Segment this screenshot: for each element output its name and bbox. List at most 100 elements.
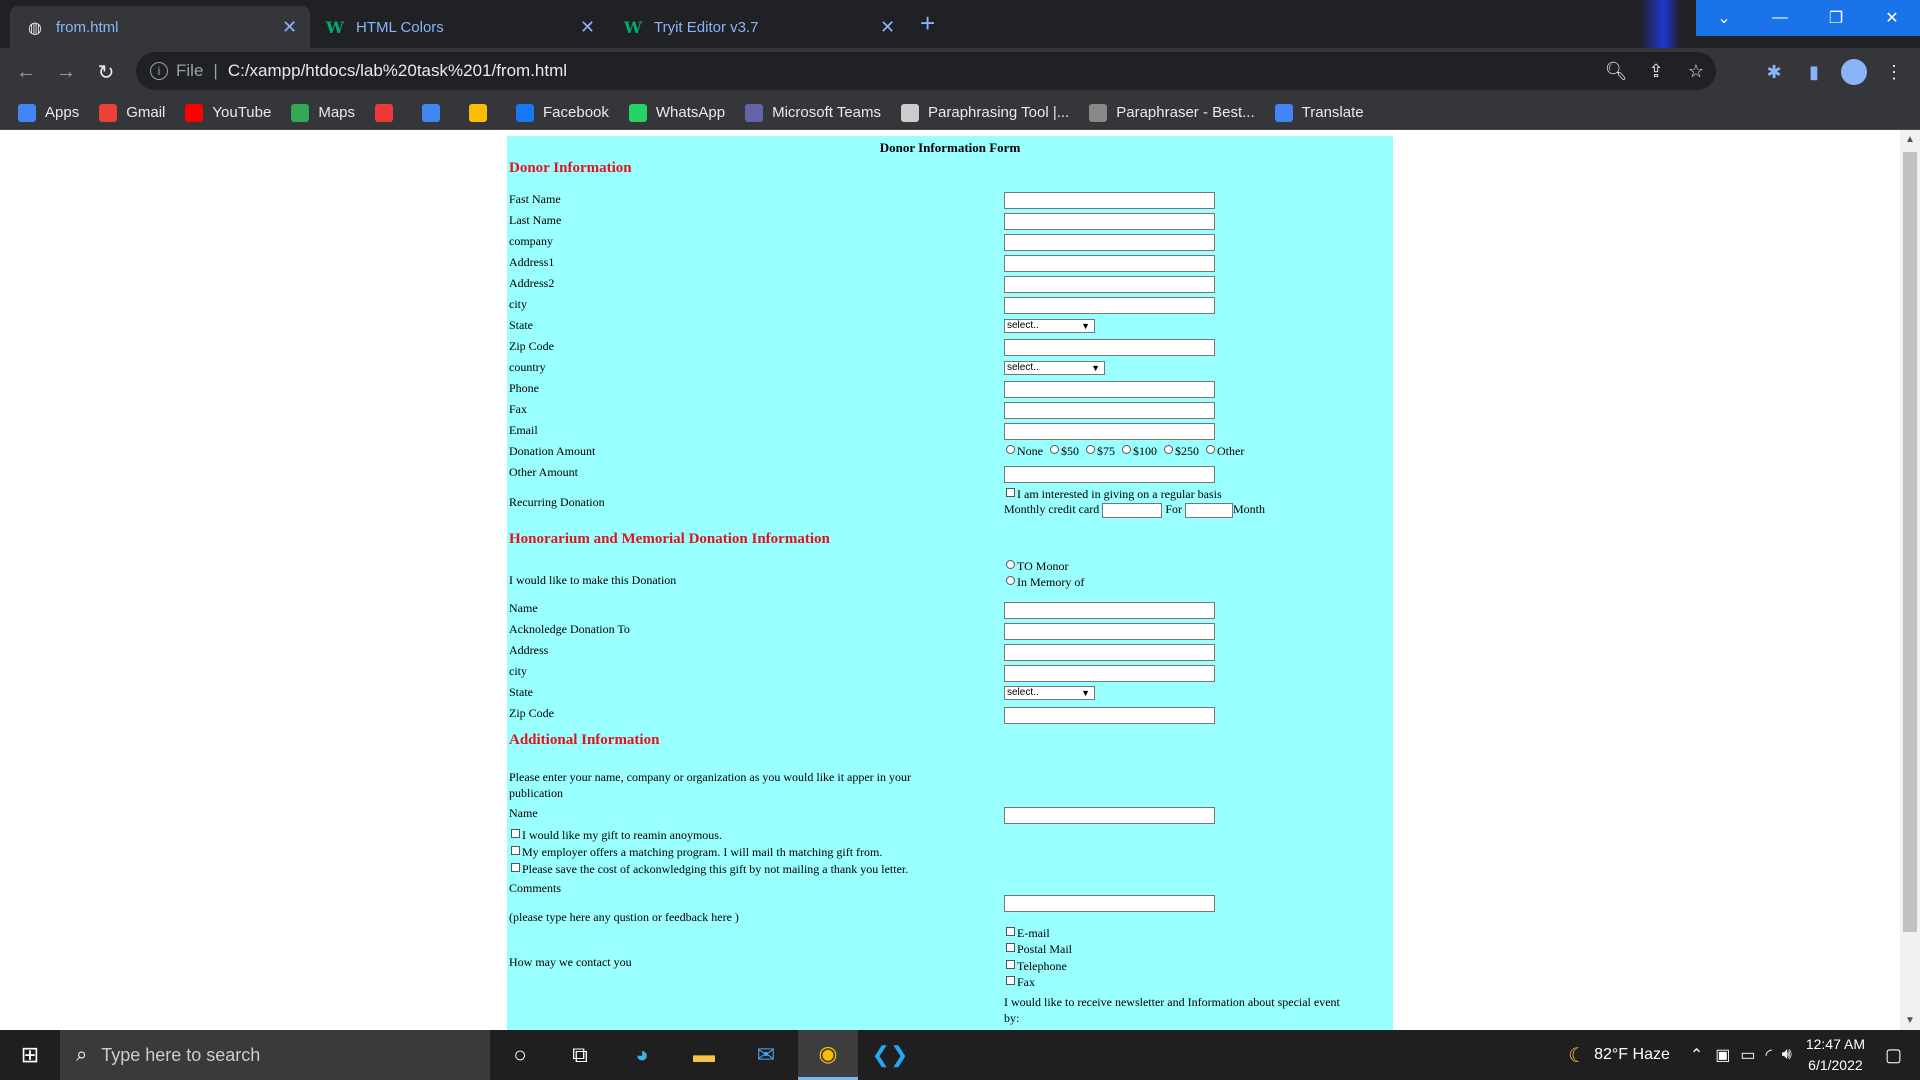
page-scrollbar[interactable]: ▲ ▼ [1900, 130, 1920, 1030]
meet-now-icon[interactable]: ▣ [1715, 1045, 1730, 1065]
close-tab-icon[interactable]: ✕ [282, 17, 297, 38]
windows-start-icon[interactable]: ⊞ [0, 1030, 60, 1080]
fax-input[interactable] [1004, 402, 1215, 419]
label-address1: Address1 [509, 255, 555, 269]
profile-avatar[interactable] [1841, 59, 1867, 85]
other-amount-input[interactable] [1004, 466, 1215, 483]
honor-name-input[interactable] [1004, 602, 1215, 619]
company-input[interactable] [1004, 234, 1215, 251]
weather-text[interactable]: 82°F Haze [1594, 1046, 1670, 1064]
ack-input[interactable] [1004, 623, 1215, 640]
close-tab-icon[interactable]: ✕ [880, 17, 895, 38]
bookmark-item[interactable]: Facebook [516, 103, 609, 122]
country-select[interactable]: select.. ▼ [1004, 361, 1105, 375]
bookmark-item[interactable]: Paraphrasing Tool |... [901, 103, 1069, 122]
close-tab-icon[interactable]: ✕ [580, 17, 595, 38]
bookmark-item[interactable]: Gmail [99, 103, 165, 122]
bookmark-item[interactable] [375, 103, 402, 122]
minimize-icon[interactable]: — [1752, 0, 1808, 36]
side-panel-icon[interactable]: ▮ [1794, 62, 1834, 83]
bookmark-item[interactable]: Maps [291, 103, 355, 122]
contact-mail-checkbox[interactable] [1006, 943, 1015, 952]
bookmark-item[interactable]: Translate [1274, 103, 1364, 122]
label-address2: Address2 [509, 276, 555, 290]
radio-75[interactable] [1086, 445, 1095, 454]
scroll-up-icon[interactable]: ▲ [1900, 134, 1920, 145]
recurring-checkbox[interactable] [1006, 488, 1015, 497]
contact-fax-checkbox[interactable] [1006, 976, 1015, 985]
first-name-input[interactable] [1004, 192, 1215, 209]
forward-icon[interactable]: → [46, 52, 86, 92]
extensions-icon[interactable]: ✱ [1754, 62, 1794, 83]
radio-none[interactable] [1006, 445, 1015, 454]
pub-name-input[interactable] [1004, 807, 1215, 824]
taskbar-search[interactable]: ⌕ Type here to search [60, 1030, 490, 1080]
zip-input[interactable] [1004, 339, 1215, 356]
back-icon[interactable]: ← [6, 52, 46, 92]
bookmark-item[interactable]: WhatsApp [628, 103, 725, 122]
taskbar-clock[interactable]: 12:47 AM 6/1/2022 [1806, 1034, 1865, 1076]
new-tab-icon[interactable]: + [920, 8, 935, 39]
contact-phone-checkbox[interactable] [1006, 960, 1015, 969]
menu-icon[interactable]: ⋮ [1874, 62, 1914, 83]
honor-state-select[interactable]: select.. ▼ [1004, 686, 1095, 700]
file-explorer-icon[interactable]: ▬ [674, 1030, 734, 1080]
vscode-icon[interactable]: ❮❯ [860, 1030, 920, 1080]
radio-100[interactable] [1122, 445, 1131, 454]
honor-city-input[interactable] [1004, 665, 1215, 682]
radio-250[interactable] [1164, 445, 1173, 454]
monthly-credit-input[interactable] [1102, 502, 1163, 518]
close-window-icon[interactable]: ✕ [1864, 0, 1920, 36]
mail-icon[interactable]: ✉ [736, 1030, 796, 1080]
employer-match-checkbox[interactable] [511, 846, 520, 855]
no-thanks-checkbox[interactable] [511, 863, 520, 872]
months-input[interactable] [1184, 502, 1233, 518]
last-name-input[interactable] [1004, 213, 1215, 230]
tab-tryit-editor[interactable]: W Tryit Editor v3.7 ✕ [616, 6, 906, 48]
radio-other[interactable] [1206, 445, 1215, 454]
honor-address-input[interactable] [1004, 644, 1215, 661]
bookmark-star-icon[interactable]: ☆ [1676, 61, 1716, 82]
contact-email-checkbox[interactable] [1006, 927, 1015, 936]
info-icon[interactable]: i [150, 62, 168, 80]
comments-input[interactable] [1004, 895, 1215, 912]
phone-input[interactable] [1004, 381, 1215, 398]
tab-html-colors[interactable]: W HTML Colors ✕ [318, 6, 608, 48]
wifi-icon[interactable]: ◜ [1766, 1045, 1772, 1065]
scroll-down-icon[interactable]: ▼ [1900, 1015, 1920, 1026]
zoom-icon[interactable]: 🔍︎ [1596, 61, 1636, 82]
bookmark-item[interactable] [422, 103, 449, 122]
tab-search-icon[interactable]: ⌄ [1696, 0, 1752, 36]
email-input[interactable] [1004, 423, 1215, 440]
bookmark-item[interactable]: Paraphraser - Best... [1089, 103, 1255, 122]
address2-input[interactable] [1004, 276, 1215, 293]
url-text[interactable]: C:/xampp/htdocs/lab%20task%201/from.html [228, 61, 567, 81]
share-icon[interactable]: ⇪ [1636, 61, 1676, 82]
chrome-icon[interactable]: ◉ [798, 1030, 858, 1080]
volume-icon[interactable]: 🔊︎ [1782, 1046, 1792, 1064]
apps-grid-icon [18, 103, 36, 122]
bookmark-item[interactable]: Apps [18, 103, 79, 122]
address-bar[interactable]: i File | C:/xampp/htdocs/lab%20task%201/… [136, 52, 1716, 90]
restore-icon[interactable]: ❐ [1808, 0, 1864, 36]
anonymous-checkbox[interactable] [511, 829, 520, 838]
radio-in-memory[interactable] [1006, 576, 1015, 585]
radio-50[interactable] [1050, 445, 1059, 454]
notifications-icon[interactable]: ▢ [1885, 1045, 1902, 1066]
bookmark-item[interactable]: Microsoft Teams [745, 103, 881, 122]
tab-from-html[interactable]: ◍ from.html ✕ [10, 6, 310, 48]
bookmark-item[interactable]: YouTube [185, 103, 271, 122]
radio-to-honor[interactable] [1006, 560, 1015, 569]
chevron-up-icon[interactable]: ⌃ [1690, 1045, 1703, 1065]
city-input[interactable] [1004, 297, 1215, 314]
address1-input[interactable] [1004, 255, 1215, 272]
scrollbar-thumb[interactable] [1903, 152, 1917, 932]
honor-zip-input[interactable] [1004, 707, 1215, 724]
reload-icon[interactable]: ↻ [86, 52, 126, 92]
cortana-icon[interactable]: ○ [490, 1030, 550, 1080]
state-select[interactable]: select.. ▼ [1004, 319, 1095, 333]
edge-icon[interactable]: ◕ [612, 1030, 672, 1080]
battery-icon[interactable]: ▭ [1740, 1045, 1755, 1065]
bookmark-item[interactable] [469, 103, 496, 122]
task-view-icon[interactable]: ⧉ [550, 1030, 610, 1080]
